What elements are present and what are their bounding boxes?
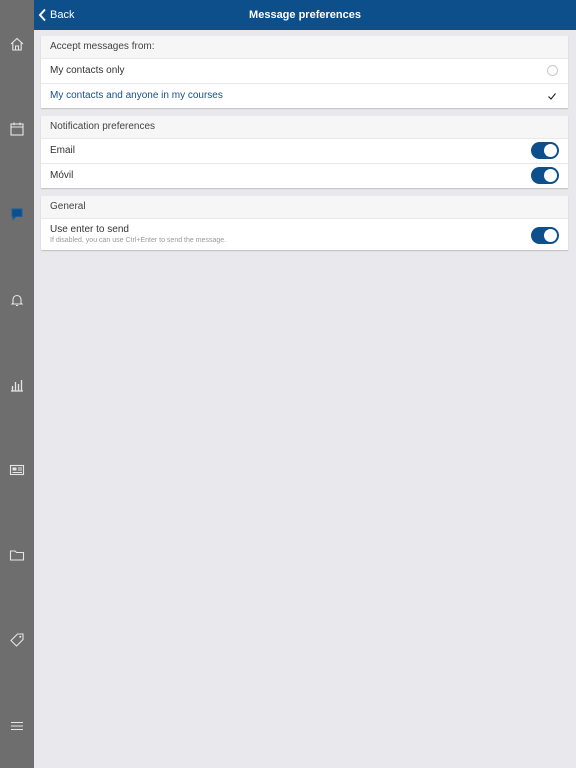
notification-preferences-panel: Notification preferences Email Móvil [41,116,568,188]
toggle-knob [544,144,557,157]
menu-icon[interactable] [0,714,34,738]
messages-icon[interactable] [0,202,34,226]
enter-to-send-hint: If disabled, you can use Ctrl+Enter to s… [50,237,227,244]
news-icon[interactable] [0,458,34,482]
option-label: My contacts only [50,65,125,76]
accept-messages-heading: Accept messages from: [41,36,568,58]
folder-icon[interactable] [0,543,34,567]
notification-preferences-heading: Notification preferences [41,116,568,138]
notification-email-row: Email [41,138,568,163]
page-title: Message preferences [249,9,361,21]
option-contacts-and-courses[interactable]: My contacts and anyone in my courses [41,83,568,108]
notification-mobile-row: Móvil [41,163,568,188]
checkmark-icon [548,93,556,100]
top-bar: Back Message preferences [34,0,576,30]
back-label: Back [50,9,75,21]
email-toggle[interactable] [531,142,559,159]
mobile-label: Móvil [50,170,74,181]
home-icon[interactable] [0,32,34,56]
grades-icon[interactable] [0,373,34,397]
mobile-toggle[interactable] [531,167,559,184]
general-panel: General Use enter to send If disabled, y… [41,196,568,250]
enter-to-send-row: Use enter to send If disabled, you can u… [41,218,568,250]
side-menu [0,0,34,768]
toggle-knob [544,229,557,242]
option-my-contacts-only[interactable]: My contacts only [41,58,568,83]
general-heading: General [41,196,568,218]
accept-messages-panel: Accept messages from: My contacts only M… [41,36,568,108]
email-label: Email [50,145,76,156]
calendar-icon[interactable] [0,117,34,141]
option-label: My contacts and anyone in my courses [50,90,223,101]
tag-icon[interactable] [0,628,34,652]
enter-to-send-label: Use enter to send [50,224,129,235]
chevron-left-icon [38,8,46,22]
radio-unchecked-icon[interactable] [547,65,558,76]
bell-icon[interactable] [0,288,34,312]
toggle-knob [544,169,557,182]
enter-to-send-toggle[interactable] [531,227,559,244]
back-button[interactable]: Back [38,0,74,30]
